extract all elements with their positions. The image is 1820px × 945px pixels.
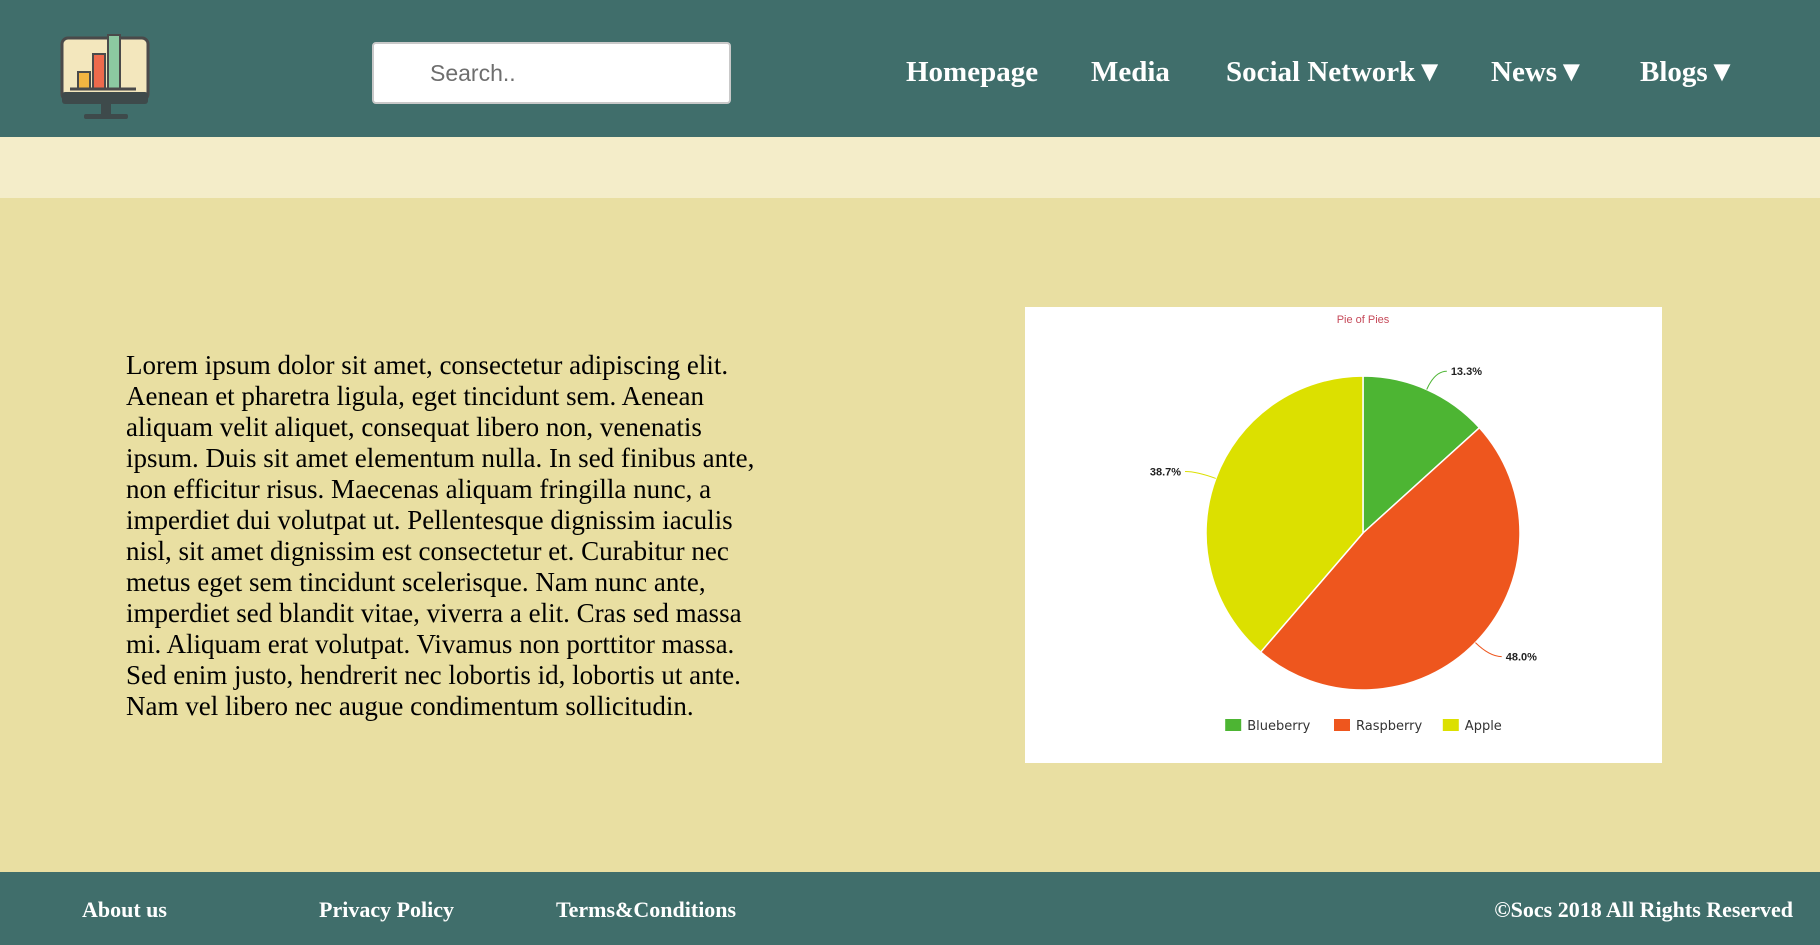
- pie-data-label: 38.7%: [1150, 466, 1181, 478]
- pie-data-label: 48.0%: [1506, 652, 1537, 664]
- nav-social-network[interactable]: Social Network▼: [1226, 50, 1444, 94]
- footer-copyright: ©Socs 2018 All Rights Reserved: [1494, 897, 1793, 922]
- pie-label-connector: [1185, 470, 1216, 479]
- legend-label-apple[interactable]: Apple: [1465, 719, 1502, 734]
- legend-swatch-raspberry: [1334, 719, 1350, 731]
- site-header: Homepage Media Social Network▼ News▼ Blo…: [0, 0, 1820, 137]
- legend-swatch-blueberry: [1225, 719, 1242, 731]
- nav-news[interactable]: News▼: [1491, 50, 1586, 94]
- search-input[interactable]: [372, 42, 731, 104]
- legend-label-blueberry[interactable]: Blueberry: [1247, 719, 1310, 734]
- footer-about-link[interactable]: About us: [82, 896, 167, 924]
- nav-homepage[interactable]: Homepage: [906, 50, 1038, 94]
- intro-paragraph: Lorem ipsum dolor sit amet, consectetur …: [126, 350, 755, 721]
- legend-swatch-apple: [1442, 719, 1459, 731]
- footer-privacy-link[interactable]: Privacy Policy: [319, 896, 454, 924]
- pie-label-connector: [1426, 370, 1447, 390]
- nav-media[interactable]: Media: [1091, 50, 1170, 94]
- pie-data-label: 13.3%: [1451, 366, 1482, 378]
- chart-title: Pie of Pies: [1337, 314, 1390, 326]
- monitor-bar-chart-icon[interactable]: [58, 32, 154, 124]
- footer-terms-link[interactable]: Terms&Conditions: [556, 896, 736, 924]
- pie-label-connector: [1475, 642, 1502, 658]
- legend-label-raspberry[interactable]: Raspberry: [1356, 719, 1422, 734]
- pie-chart: Pie of Pies 13.3% 48.0% 38.7% Blueberry Raspb…: [1150, 314, 1537, 734]
- nav-blogs[interactable]: Blogs▼: [1640, 50, 1736, 94]
- pie-chart-card: Pie of Pies 13.3% 48.0% 38.7% Blueberry Raspb…: [1025, 307, 1662, 763]
- site-footer: About us Privacy Policy Terms&Conditions…: [0, 872, 1820, 945]
- top-band: [0, 137, 1820, 198]
